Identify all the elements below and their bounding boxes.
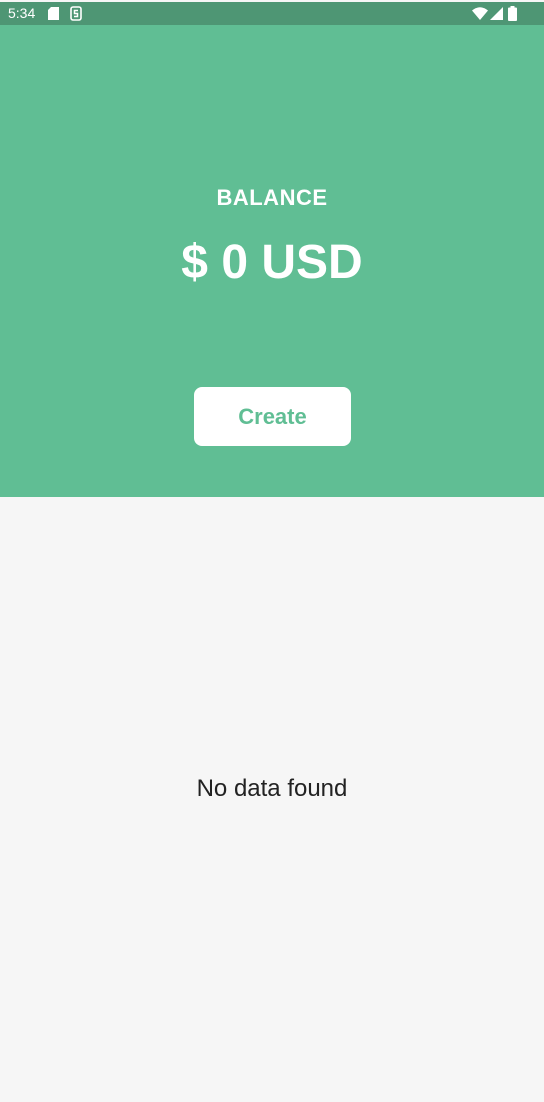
battery-icon (508, 6, 517, 26)
balance-amount: $ 0 USD (181, 236, 363, 289)
sd-card-icon (48, 7, 59, 25)
wifi-icon (472, 7, 488, 25)
s-notification-icon (70, 6, 82, 26)
signal-icon (490, 7, 503, 25)
balance-header: BALANCE $ 0 USD Create (0, 25, 544, 497)
status-time: 5:34 (8, 5, 36, 21)
empty-state-message: No data found (196, 775, 348, 802)
status-bar: 5:34 (0, 0, 544, 25)
create-button[interactable]: Create (194, 387, 351, 446)
balance-label: BALANCE (216, 185, 328, 210)
